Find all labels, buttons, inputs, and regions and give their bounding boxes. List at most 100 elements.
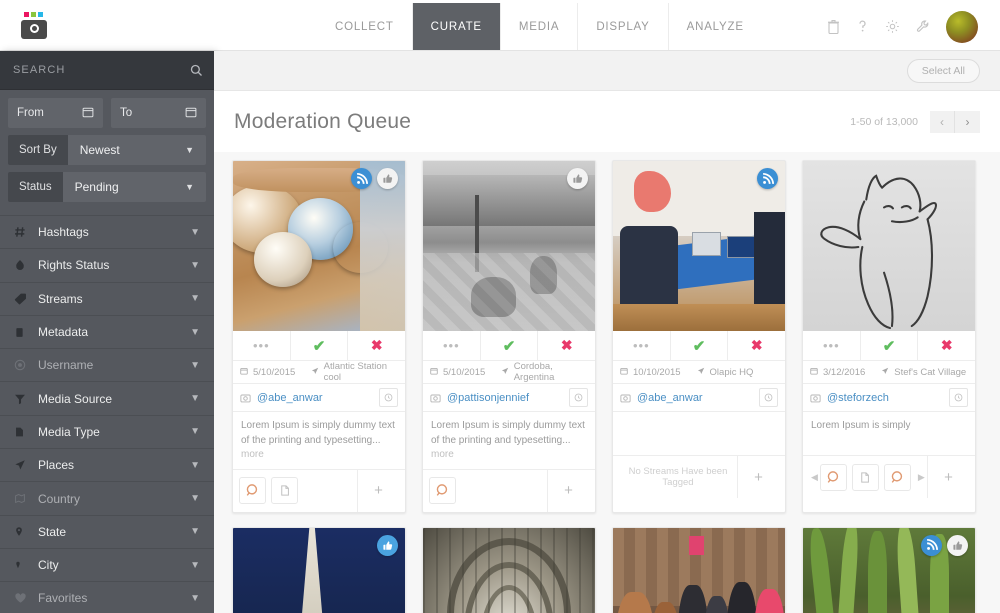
media-card[interactable] <box>612 526 786 613</box>
stream-chip[interactable] <box>271 477 298 504</box>
card-caption-more-link[interactable]: more <box>431 449 454 460</box>
card-place: Stef's Cat Village <box>894 366 967 378</box>
media-card[interactable] <box>232 526 406 613</box>
add-stream-button[interactable]: + <box>927 456 969 498</box>
stream-chip[interactable] <box>429 477 456 504</box>
card-approve-button[interactable]: ✔ <box>291 331 349 360</box>
heart-icon <box>14 592 36 604</box>
sort-by-value-wrap[interactable]: Newest ▼ <box>67 135 206 165</box>
thumbs-up-badge-icon[interactable] <box>377 534 398 556</box>
media-card[interactable]: ••• ✔ ✖ 10/10/2015 Olapic HQ @abe_anwar No St… <box>612 160 786 513</box>
rss-badge-icon[interactable] <box>351 168 372 189</box>
card-image[interactable] <box>613 161 785 331</box>
add-stream-button[interactable]: + <box>357 469 399 512</box>
select-all-button[interactable]: Select All <box>906 58 980 83</box>
stream-chip[interactable] <box>883 463 911 491</box>
media-card[interactable] <box>802 526 976 613</box>
status-value-wrap[interactable]: Pending ▼ <box>62 172 206 202</box>
sidebar-filter-city[interactable]: City ▼ <box>0 549 214 583</box>
sidebar-filter-rights-status[interactable]: Rights Status ▼ <box>0 249 214 283</box>
card-image[interactable] <box>803 161 975 331</box>
card-approve-button[interactable]: ✔ <box>671 331 729 360</box>
nav-link-analyze[interactable]: ANALYZE <box>667 3 762 50</box>
pagination-buttons: ‹ › <box>930 110 980 133</box>
status-select[interactable]: Status Pending ▼ <box>8 172 206 202</box>
nav-link-media[interactable]: MEDIA <box>499 3 577 50</box>
gear-icon[interactable] <box>885 19 900 34</box>
add-stream-button[interactable]: + <box>547 469 589 512</box>
rss-badge-icon[interactable] <box>757 168 778 189</box>
card-username[interactable]: @steforzech <box>827 392 889 404</box>
logo[interactable] <box>0 3 72 50</box>
streams-prev-arrow[interactable]: ◀ <box>809 472 820 483</box>
card-image[interactable] <box>423 527 595 613</box>
media-card[interactable]: ••• ✔ ✖ 5/10/2015 Cordoba, Argentina @pattiso… <box>422 160 596 513</box>
prev-page-button[interactable]: ‹ <box>930 110 955 133</box>
card-history-button[interactable] <box>379 388 398 407</box>
search-icon[interactable] <box>178 51 214 90</box>
sidebar-filter-username[interactable]: Username ▼ <box>0 349 214 383</box>
sidebar-filter-places[interactable]: Places ▼ <box>0 449 214 483</box>
card-username[interactable]: @pattisonjennief <box>447 392 529 404</box>
card-username[interactable]: @abe_anwar <box>257 392 323 404</box>
card-image[interactable] <box>233 161 405 331</box>
sidebar-search-row <box>0 51 214 90</box>
card-history-button[interactable] <box>569 388 588 407</box>
card-image[interactable] <box>233 527 405 613</box>
user-avatar[interactable] <box>946 10 978 43</box>
nav-link-curate[interactable]: CURATE <box>411 3 500 50</box>
sidebar-filter-state[interactable]: State ▼ <box>0 516 214 549</box>
stream-chip[interactable] <box>239 477 266 504</box>
sort-by-label: Sort By <box>8 135 68 165</box>
add-stream-button[interactable]: + <box>737 456 779 498</box>
card-more-button[interactable]: ••• <box>613 331 671 360</box>
sidebar-filter-hashtags[interactable]: Hashtags ▼ <box>0 216 214 250</box>
date-from-field[interactable]: From <box>8 98 103 128</box>
media-card[interactable]: ••• ✔ ✖ 5/10/2015 Atlantic Station cool @abe_… <box>232 160 406 513</box>
rss-badge-icon[interactable] <box>921 534 942 556</box>
card-reject-button[interactable]: ✖ <box>728 331 785 360</box>
next-page-button[interactable]: › <box>955 110 980 133</box>
card-more-button[interactable]: ••• <box>423 331 481 360</box>
media-card[interactable] <box>422 526 596 613</box>
sidebar-filter-media-type[interactable]: Media Type ▼ <box>0 416 214 450</box>
help-icon[interactable] <box>856 19 869 34</box>
card-image[interactable] <box>613 527 785 613</box>
stream-chip[interactable] <box>819 463 847 491</box>
trash-icon[interactable] <box>827 19 840 34</box>
media-card[interactable]: ••• ✔ ✖ 3/12/2016 Stef's Cat Village @steforz… <box>802 160 976 513</box>
card-username[interactable]: @abe_anwar <box>637 392 703 404</box>
card-reject-button[interactable]: ✖ <box>348 331 405 360</box>
date-to-field[interactable]: To <box>111 98 206 128</box>
card-more-button[interactable]: ••• <box>233 331 291 360</box>
card-approve-button[interactable]: ✔ <box>481 331 539 360</box>
sort-by-select[interactable]: Sort By Newest ▼ <box>8 135 206 165</box>
card-more-button[interactable]: ••• <box>803 331 861 360</box>
card-image[interactable] <box>803 527 975 613</box>
nav-link-collect[interactable]: COLLECT <box>317 3 412 50</box>
stream-chip[interactable] <box>851 463 879 491</box>
card-place: Olapic HQ <box>709 366 754 378</box>
nav-link-display[interactable]: DISPLAY <box>577 3 667 50</box>
sidebar-filter-favorites[interactable]: Favorites ▼ <box>0 582 214 613</box>
card-reject-button[interactable]: ✖ <box>918 331 975 360</box>
card-reject-button[interactable]: ✖ <box>538 331 595 360</box>
sidebar-filter-country[interactable]: Country ▼ <box>0 482 214 516</box>
sidebar-filter-media-source[interactable]: Media Source ▼ <box>0 382 214 416</box>
chevron-down-icon: ▼ <box>190 526 200 538</box>
sidebar-filter-streams[interactable]: Streams ▼ <box>0 283 214 316</box>
card-approve-button[interactable]: ✔ <box>861 331 919 360</box>
wrench-icon[interactable] <box>916 19 930 34</box>
card-user-row: @abe_anwar <box>233 384 405 412</box>
thumbs-up-badge-icon[interactable] <box>567 168 588 189</box>
card-meta-row: 3/12/2016 Stef's Cat Village <box>803 361 975 384</box>
thumbs-up-badge-icon[interactable] <box>947 534 968 556</box>
card-image[interactable] <box>423 161 595 331</box>
card-history-button[interactable] <box>949 388 968 407</box>
streams-next-arrow[interactable]: ▶ <box>916 472 927 483</box>
card-caption-more-link[interactable]: more <box>241 449 264 460</box>
search-input[interactable] <box>0 64 178 76</box>
sidebar-filter-metadata[interactable]: Metadata ▼ <box>0 316 214 350</box>
thumbs-up-badge-icon[interactable] <box>377 168 398 189</box>
card-history-button[interactable] <box>759 388 778 407</box>
